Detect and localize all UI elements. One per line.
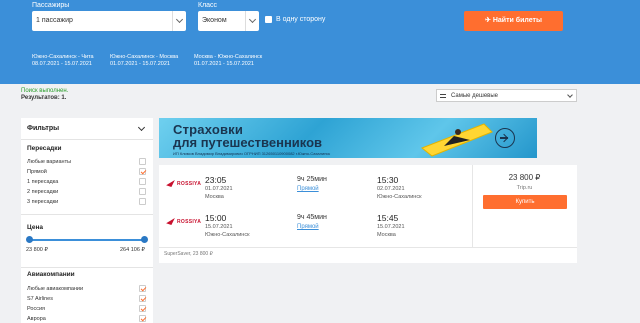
status-done: Поиск выполнен. [21, 88, 69, 94]
recent-search-1[interactable]: Южно-Сахалинск - Чита 08.07.2021 - 15.07… [32, 54, 94, 68]
inbound-dep-date: 15.07.2021 [205, 224, 233, 230]
airline-checkbox-s7[interactable] [139, 295, 146, 302]
price-slider-min-handle[interactable] [26, 236, 33, 243]
buy-button[interactable]: Купить [483, 195, 567, 209]
stops-option-1[interactable]: 1 пересадка [27, 179, 58, 185]
stops-checkbox-any[interactable] [139, 158, 146, 165]
filters-panel: Фильтры Пересадки Любые варианты Прямой … [21, 118, 153, 323]
recent-route: Южно-Сахалинск - Чита [32, 54, 94, 60]
outbound-type-link[interactable]: Прямой [297, 186, 319, 192]
insurance-banner[interactable]: Страховки для путешественников ИП Климов… [159, 118, 537, 158]
price-min: 23 800 ₽ [26, 247, 48, 253]
airline-checkbox-aurora[interactable] [139, 315, 146, 322]
airline-checkbox-any[interactable] [139, 285, 146, 292]
arrow-right-icon[interactable] [495, 128, 515, 148]
status-results: Результатов: 1. [21, 94, 67, 101]
class-label: Класс [198, 2, 218, 9]
recent-search-2[interactable]: Южно-Сахалинск - Москва 01.07.2021 - 15.… [110, 54, 178, 68]
divider [21, 267, 153, 268]
inbound-duration: 9ч 45мин [297, 214, 327, 221]
stops-option-3[interactable]: 3 пересадки [27, 199, 58, 205]
recent-dates: 01.07.2021 - 15.07.2021 [194, 61, 254, 67]
chevron-down-icon [567, 92, 573, 98]
divider [21, 214, 153, 215]
airline-option-rossiya[interactable]: Россия [27, 306, 45, 312]
chevron-down-icon [172, 11, 186, 31]
passengers-select[interactable]: 1 пассажир [32, 11, 186, 31]
ticket-price: 23 800 ₽ [508, 173, 541, 182]
inbound-arr-date: 15.07.2021 [377, 224, 405, 230]
inbound-arr-city: Москва [377, 232, 396, 238]
airline-option-s7[interactable]: S7 Airlines [27, 296, 53, 302]
outbound-arr-city: Южно-Сахалинск [377, 194, 422, 200]
price-slider-track[interactable] [29, 239, 145, 241]
airline-checkbox-rossiya[interactable] [139, 305, 146, 312]
airline-logo: ROSSIYA [166, 180, 201, 187]
sort-icon [440, 93, 446, 99]
outbound-duration: 9ч 25мин [297, 176, 327, 183]
chevron-down-icon[interactable] [137, 123, 146, 132]
airline-logo: ROSSIYA [166, 218, 201, 225]
stops-option-any[interactable]: Любые варианты [27, 159, 71, 165]
airlines-title: Авиакомпании [27, 271, 75, 278]
passengers-label: Пассажиры [32, 2, 70, 9]
airline-name: ROSSIYA [177, 218, 202, 225]
inbound-arr-time: 15:45 [377, 213, 399, 223]
outbound-dep-city: Москва [205, 194, 224, 200]
banner-legal-text: ИП Климов Владимир Владимирович ОГРНИП 3… [173, 151, 331, 156]
stops-title: Пересадки [27, 145, 62, 152]
divider [21, 139, 153, 140]
stops-checkbox-2[interactable] [139, 188, 146, 195]
recent-dates: 01.07.2021 - 15.07.2021 [110, 61, 170, 67]
class-value: Эконом [202, 17, 227, 24]
inbound-dep-time: 15:00 [205, 213, 227, 223]
search-panel: Пассажиры 1 пассажир Класс Эконом В одну… [0, 0, 640, 84]
airline-wing-icon [166, 180, 175, 187]
outbound-arr-time: 15:30 [377, 175, 399, 185]
airline-wing-icon [166, 218, 175, 225]
airline-option-any[interactable]: Любые авиакомпании [27, 286, 83, 292]
recent-dates: 08.07.2021 - 15.07.2021 [32, 61, 92, 67]
outbound-dep-time: 23:05 [205, 175, 227, 185]
stops-option-2[interactable]: 2 пересадки [27, 189, 58, 195]
search-status: Поиск выполнен. Результатов: 1. [21, 88, 68, 101]
recent-route: Южно-Сахалинск - Москва [110, 54, 179, 60]
oneway-checkbox[interactable] [265, 16, 272, 23]
inbound-dep-city: Южно-Сахалинск [205, 232, 250, 238]
ticket-card: ROSSIYA 23:05 01.07.2021 Москва 9ч 25мин… [159, 165, 577, 263]
price-slider-max-handle[interactable] [141, 236, 148, 243]
sort-value: Самые дешевые [451, 93, 499, 99]
banner-title-line2: для путешественников [173, 135, 323, 150]
price-max: 264 106 ₽ [120, 247, 145, 253]
recent-search-3[interactable]: Москва - Южно-Сахалинск 01.07.2021 - 15.… [194, 54, 262, 68]
inbound-type-link[interactable]: Прямой [297, 224, 319, 230]
ticket-footer: SuperSaver, 23 800 ₽ [164, 251, 213, 257]
airline-name: ROSSIYA [177, 180, 202, 187]
filters-title: Фильтры [27, 125, 60, 132]
price-title: Цена [27, 224, 43, 231]
passengers-value: 1 пассажир [36, 17, 73, 24]
inflatable-image [421, 123, 493, 157]
recent-route: Москва - Южно-Сахалинск [194, 54, 263, 60]
outbound-dep-date: 01.07.2021 [205, 186, 233, 192]
find-tickets-button[interactable]: ✈ Найти билеты [464, 11, 563, 31]
stops-checkbox-1[interactable] [139, 178, 146, 185]
class-select[interactable]: Эконом [198, 11, 259, 31]
airline-option-aurora[interactable]: Аврора [27, 316, 46, 322]
stops-checkbox-direct[interactable] [139, 168, 146, 175]
chevron-down-icon [245, 11, 259, 31]
stops-option-direct[interactable]: Прямой [27, 169, 47, 175]
stops-checkbox-3[interactable] [139, 198, 146, 205]
outbound-arr-date: 02.07.2021 [377, 186, 405, 192]
ticket-seller[interactable]: Trip.ru [472, 185, 577, 191]
sort-select[interactable]: Самые дешевые [436, 89, 577, 102]
oneway-label[interactable]: В одну сторону [276, 16, 325, 23]
divider [159, 247, 577, 248]
